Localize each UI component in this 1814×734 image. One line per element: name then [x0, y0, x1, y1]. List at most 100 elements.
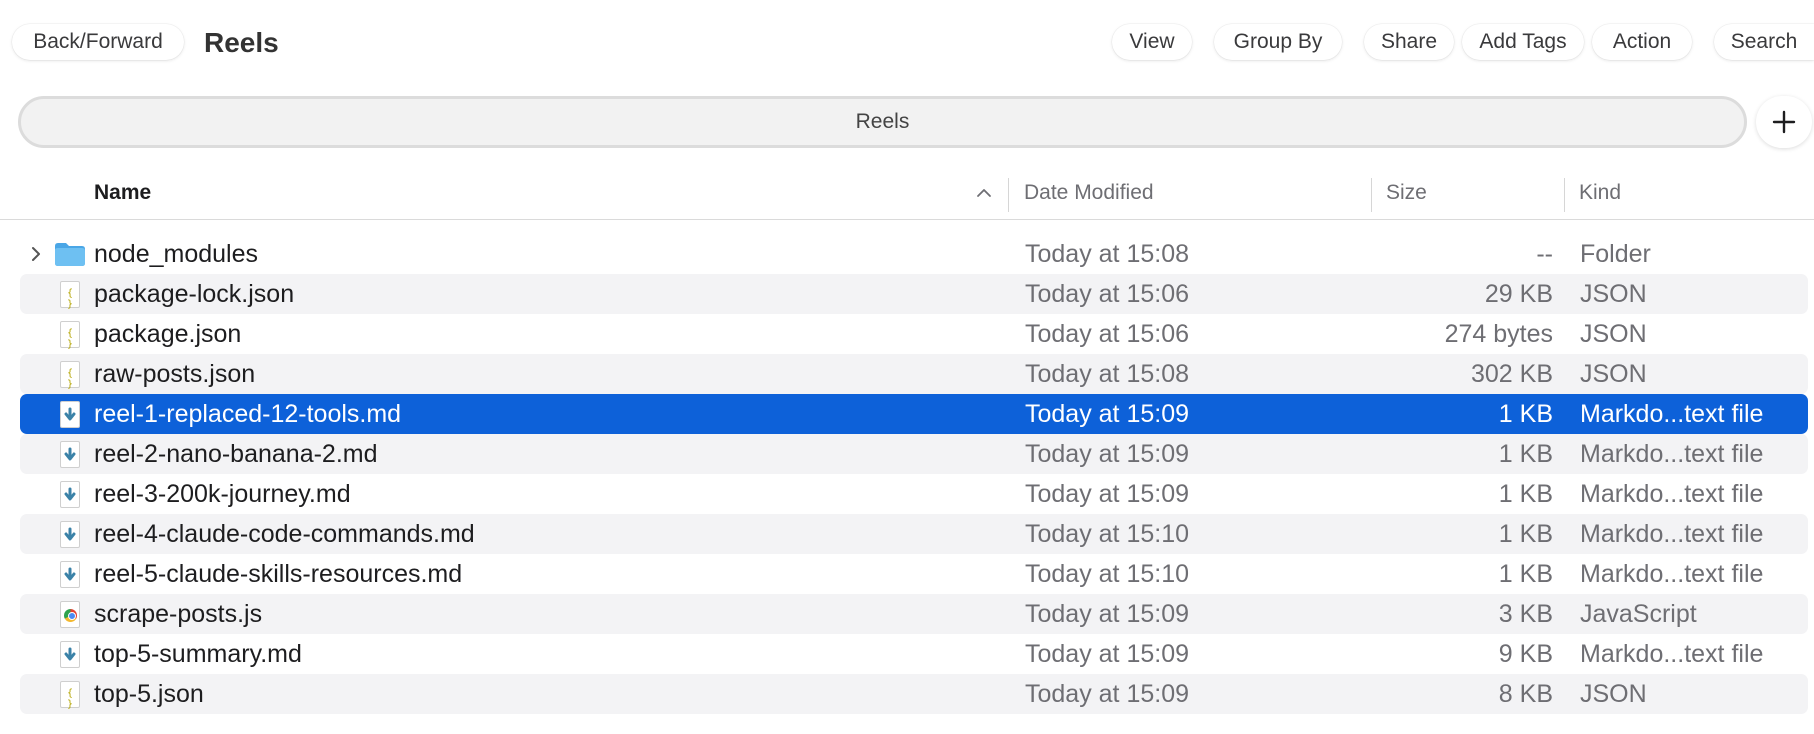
file-list: node_modules Today at 15:08 -- Folder { } pac… — [20, 234, 1808, 714]
file-row[interactable]: reel-3-200k-journey.md Today at 15:09 1 KB… — [20, 474, 1808, 514]
file-name: top-5-summary.md — [94, 639, 302, 668]
file-name: reel-3-200k-journey.md — [94, 479, 351, 508]
json-file-icon: { } — [60, 280, 80, 310]
file-icon-wrap: { } — [52, 678, 88, 710]
file-row[interactable]: reel-2-nano-banana-2.md Today at 15:09 1 K… — [20, 434, 1808, 474]
file-kind: Markdo...text file — [1580, 439, 1764, 468]
file-size: 1 KB — [1498, 439, 1553, 468]
view-button[interactable]: View — [1112, 24, 1192, 60]
file-date-modified: Today at 15:09 — [1025, 599, 1190, 628]
file-name: package.json — [94, 319, 242, 348]
file-row[interactable]: top-5-summary.md Today at 15:09 9 KB Markdo… — [20, 634, 1808, 674]
file-date-modified: Today at 15:08 — [1025, 359, 1190, 388]
window-title: Reels — [204, 27, 279, 58]
action-button[interactable]: Action — [1592, 24, 1692, 60]
file-size: 9 KB — [1498, 639, 1553, 668]
file-date-modified: Today at 15:09 — [1025, 679, 1190, 708]
file-kind: Markdo...text file — [1580, 639, 1764, 668]
folder-icon — [55, 243, 85, 266]
new-tab-button[interactable] — [1756, 96, 1812, 148]
markdown-file-icon — [60, 440, 80, 468]
markdown-file-icon — [60, 640, 80, 668]
file-size: 1 KB — [1498, 559, 1553, 588]
file-kind: Markdo...text file — [1580, 479, 1764, 508]
file-size: 29 KB — [1484, 279, 1553, 308]
column-header-kind[interactable]: Kind — [1579, 168, 1621, 218]
file-date-modified: Today at 15:10 — [1025, 559, 1190, 588]
file-name: top-5.json — [94, 679, 204, 708]
file-row[interactable]: scrape-posts.js Today at 15:09 3 KB JavaScr… — [20, 594, 1808, 634]
file-size: 1 KB — [1498, 519, 1553, 548]
file-date-modified: Today at 15:09 — [1025, 639, 1190, 668]
file-name: reel-1-replaced-12-tools.md — [94, 399, 402, 428]
file-kind: Markdo...text file — [1580, 559, 1764, 588]
file-row[interactable]: { } package.json Today at 15:06 274 bytes JS… — [20, 314, 1808, 354]
file-icon-wrap — [52, 238, 88, 270]
plus-icon — [1772, 110, 1796, 134]
group-by-button[interactable]: Group By — [1214, 24, 1342, 60]
json-file-icon: { } — [60, 320, 80, 350]
file-name: scrape-posts.js — [94, 599, 263, 628]
column-header-bar: Name Date Modified Size Kind — [0, 168, 1814, 220]
file-size: 274 bytes — [1444, 319, 1553, 348]
file-kind: JSON — [1580, 679, 1647, 708]
file-name: reel-4-claude-code-commands.md — [94, 519, 475, 548]
file-size: 8 KB — [1498, 679, 1553, 708]
back-forward-button[interactable]: Back/Forward — [12, 24, 184, 60]
file-row[interactable]: { } package-lock.json Today at 15:06 29 KB J… — [20, 274, 1808, 314]
file-name: package-lock.json — [94, 279, 295, 308]
file-icon-wrap — [52, 398, 88, 430]
file-row[interactable]: { } top-5.json Today at 15:09 8 KB JSON — [20, 674, 1808, 714]
javascript-file-icon — [60, 600, 80, 628]
tab-label: Reels — [855, 110, 910, 133]
file-kind: Folder — [1580, 239, 1651, 268]
file-icon-wrap: { } — [52, 358, 88, 390]
file-icon-wrap: { } — [52, 318, 88, 350]
markdown-file-icon — [60, 560, 80, 588]
column-header-name[interactable]: Name — [94, 168, 151, 218]
file-size: 302 KB — [1470, 359, 1553, 388]
file-icon-wrap — [52, 478, 88, 510]
column-divider[interactable] — [1371, 178, 1372, 212]
file-kind: Markdo...text file — [1580, 399, 1764, 428]
markdown-file-icon — [60, 400, 80, 428]
tab-reels[interactable]: Reels — [18, 96, 1747, 148]
file-icon-wrap — [52, 598, 88, 630]
file-icon-wrap: { } — [52, 278, 88, 310]
column-divider[interactable] — [1564, 178, 1565, 212]
file-row[interactable]: node_modules Today at 15:08 -- Folder — [20, 234, 1808, 274]
file-icon-wrap — [52, 518, 88, 550]
column-divider[interactable] — [1008, 178, 1009, 212]
file-size: -- — [1536, 239, 1553, 268]
toolbar: Back/Forward Reels View Group By Share A… — [0, 0, 1814, 86]
file-date-modified: Today at 15:09 — [1025, 479, 1190, 508]
file-date-modified: Today at 15:09 — [1025, 399, 1190, 428]
file-size: 1 KB — [1498, 479, 1553, 508]
file-name: reel-2-nano-banana-2.md — [94, 439, 378, 468]
file-row[interactable]: reel-5-claude-skills-resources.md Today a… — [20, 554, 1808, 594]
column-header-size[interactable]: Size — [1386, 168, 1427, 218]
disclosure-chevron-icon[interactable] — [26, 244, 46, 264]
markdown-file-icon — [60, 480, 80, 508]
file-size: 1 KB — [1498, 399, 1553, 428]
column-header-date-modified[interactable]: Date Modified — [1024, 168, 1154, 218]
file-kind: Markdo...text file — [1580, 519, 1764, 548]
file-kind: JSON — [1580, 319, 1647, 348]
file-row[interactable]: reel-1-replaced-12-tools.md Today at 15:0… — [20, 394, 1808, 434]
markdown-file-icon — [60, 520, 80, 548]
file-name: raw-posts.json — [94, 359, 256, 388]
file-icon-wrap — [52, 558, 88, 590]
file-date-modified: Today at 15:10 — [1025, 519, 1190, 548]
file-name: reel-5-claude-skills-resources.md — [94, 559, 463, 588]
search-button[interactable]: Search — [1714, 24, 1814, 60]
file-date-modified: Today at 15:06 — [1025, 279, 1190, 308]
file-date-modified: Today at 15:09 — [1025, 439, 1190, 468]
file-row[interactable]: reel-4-claude-code-commands.md Today at 1… — [20, 514, 1808, 554]
file-kind: JSON — [1580, 279, 1647, 308]
file-kind: JSON — [1580, 359, 1647, 388]
chevron-up-icon[interactable] — [975, 184, 993, 202]
share-button[interactable]: Share — [1364, 24, 1454, 60]
file-row[interactable]: { } raw-posts.json Today at 15:08 302 KB JSO… — [20, 354, 1808, 394]
json-file-icon: { } — [60, 680, 80, 710]
add-tags-button[interactable]: Add Tags — [1462, 24, 1584, 60]
